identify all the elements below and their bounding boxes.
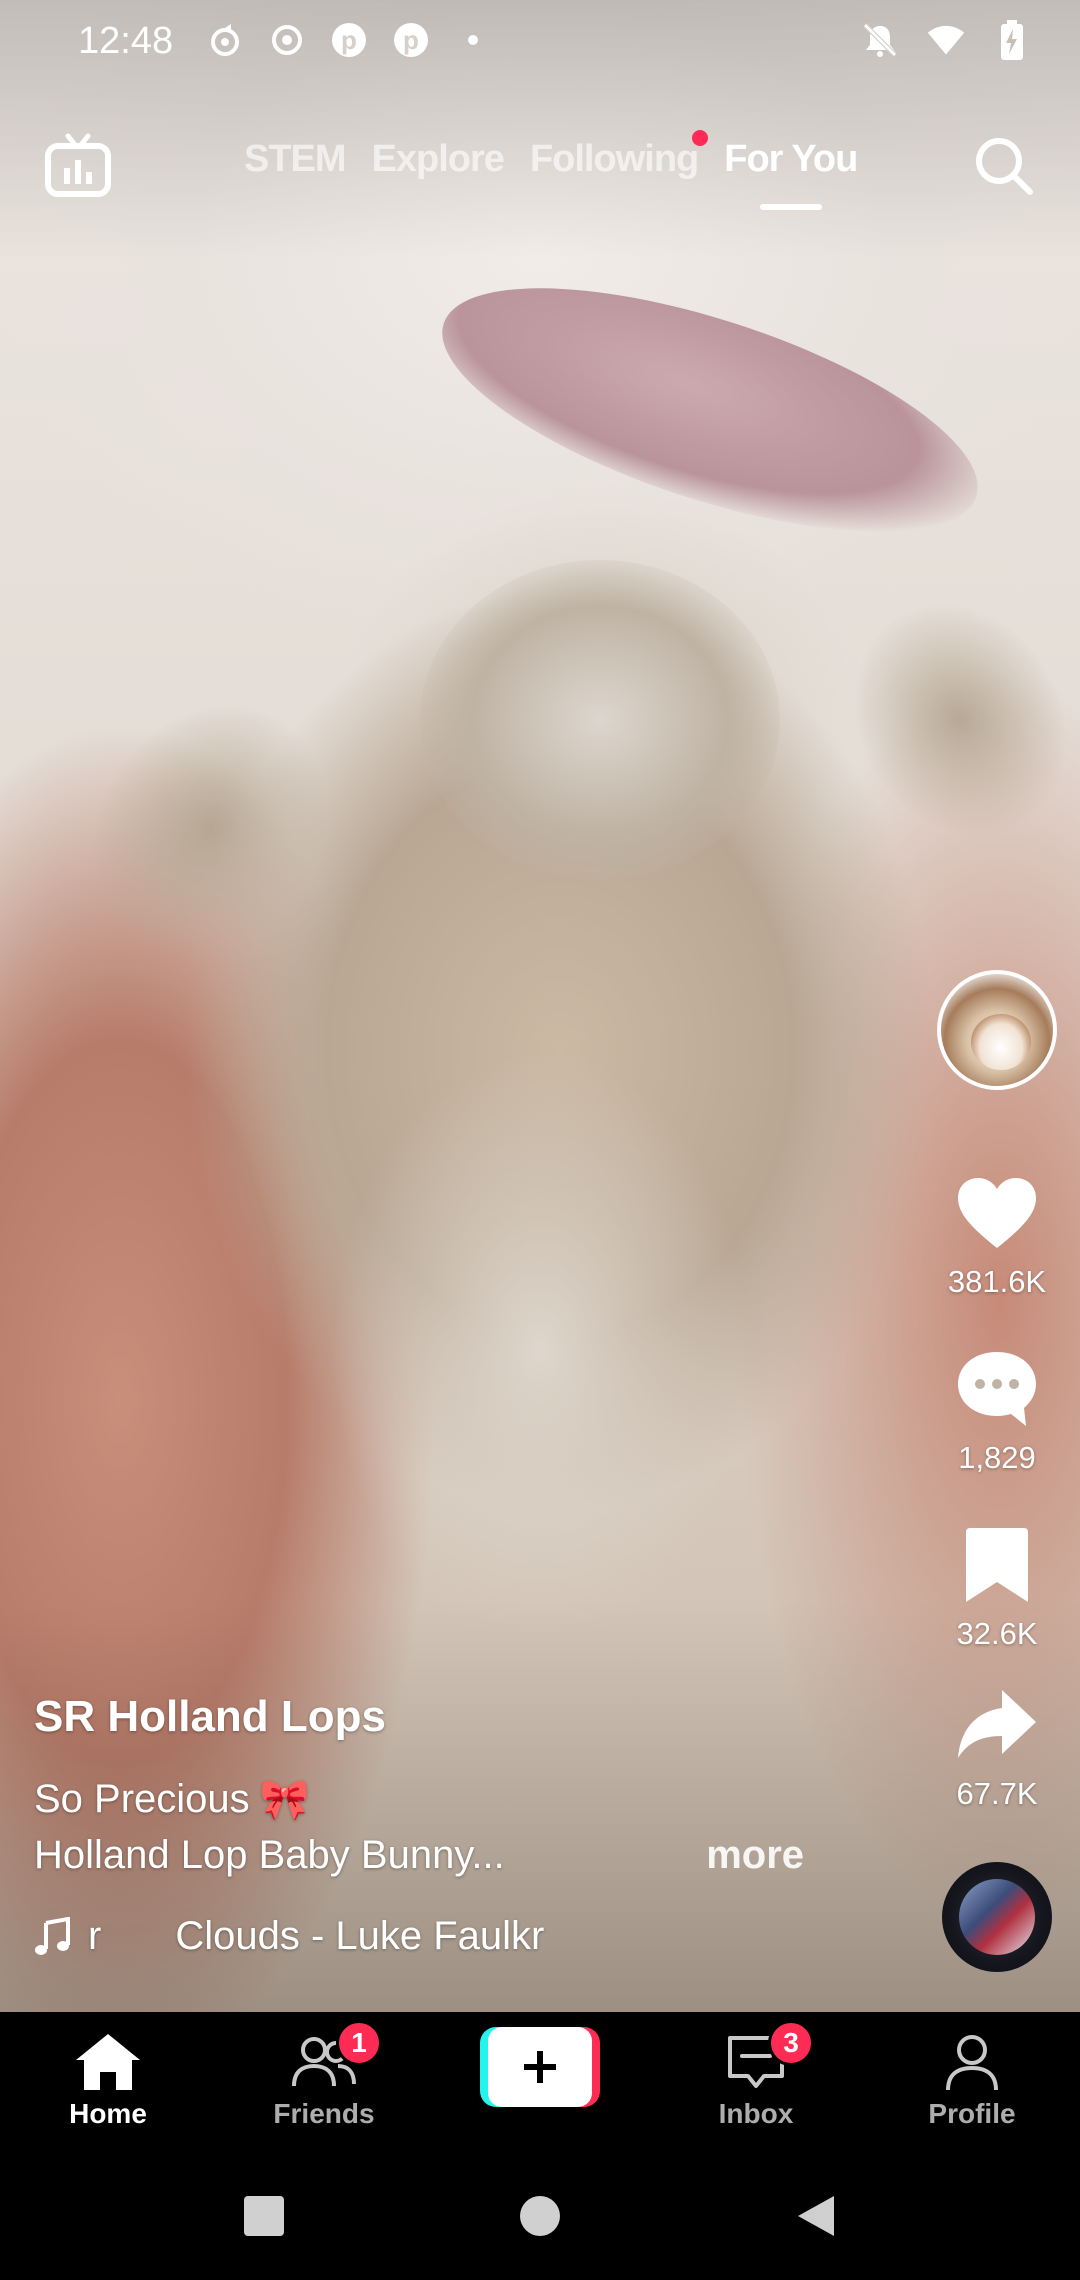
svg-text:p: p [403,25,419,55]
save-action[interactable]: 32.6K [930,1520,1064,1652]
system-nav [0,2152,1080,2280]
comment-icon [958,1352,1036,1426]
recents-button[interactable] [236,2188,292,2244]
creator-avatar[interactable] [937,970,1057,1090]
nav-friends-label: Friends [273,2098,375,2129]
caption-line-2: Holland Lop Baby Bunny... more [34,1833,804,1878]
status-icons-left: p p [205,20,493,60]
mute-icon [860,20,900,60]
like-count: 381.6K [947,1264,1047,1299]
bookmark-icon [966,1528,1028,1602]
more-link[interactable]: more [706,1833,804,1878]
wifi-icon [926,20,966,60]
nav-home[interactable]: Home [18,2030,198,2130]
tab-for-you[interactable]: For You [724,138,858,210]
friends-badge: 1 [336,2020,382,2066]
status-time: 12:48 [78,20,174,62]
nav-inbox-label: Inbox [718,2098,794,2129]
caption-text-2: Holland Lop Baby Bunny... [34,1833,505,1877]
dot-icon [453,20,493,60]
caption-line-1: So Precious 🎀 [34,1776,874,1823]
pinterest-icon: p [391,20,431,60]
music-note-icon [35,1916,70,1955]
nav-inbox[interactable]: 3 Inbox [666,2020,846,2130]
sound-name: Clouds - Luke Faulkr [175,1914,545,1958]
inbox-badge: 3 [768,2020,814,2066]
share-action[interactable]: 67.7K [930,1680,1064,1812]
battery-charging-icon [992,20,1032,60]
create-button[interactable] [480,2027,600,2107]
nav-profile[interactable]: Profile [882,2030,1062,2130]
sound-info[interactable]: r Clouds - Luke Faulkr [34,1914,874,1959]
tab-stem[interactable]: STEM [244,138,347,181]
tv-icon [45,133,111,197]
heart-icon [958,1178,1036,1248]
nav-home-label: Home [69,2098,147,2129]
status-icons-right [860,20,1032,60]
home-icon [76,2034,140,2090]
tab-following-label: Following [529,138,699,180]
video-ear-left [45,660,375,1000]
tab-for-you-label: For You [724,138,858,180]
caption-text: So Precious [34,1777,250,1821]
tab-following[interactable]: Following [529,130,709,181]
notification-dot [692,130,709,146]
plus-icon [524,2051,556,2083]
record-icon [267,20,307,60]
svg-text:p: p [341,25,357,55]
circle-icon [520,2196,560,2236]
share-count: 67.7K [956,1776,1038,1811]
creator-username[interactable]: SR Holland Lops [34,1692,874,1742]
video-bow [415,237,1005,583]
bow-emoji: 🎀 [259,1778,310,1822]
search-button[interactable] [970,132,1038,200]
live-tv-button[interactable] [42,130,114,202]
status-bar: 12:48 p p [0,0,1080,86]
video-belly [330,1050,750,1650]
pinterest-icon: p [329,20,369,60]
video-caption: SR Holland Lops So Precious 🎀 Holland Lo… [34,1692,874,1959]
video-ear-right [813,566,1080,874]
sync-icon [205,20,245,60]
video-face [420,560,780,880]
comment-action[interactable]: 1,829 [930,1344,1064,1476]
like-action[interactable]: 381.6K [930,1168,1064,1300]
share-arrow-icon [958,1690,1036,1758]
top-nav: STEM Explore Following For You [0,120,1080,230]
square-icon [244,2196,284,2236]
nav-friends[interactable]: 1 Friends [234,2020,414,2130]
avatar-bunny-image [971,1014,1031,1070]
active-tab-indicator [759,204,822,210]
nav-profile-label: Profile [928,2098,1016,2129]
tab-explore[interactable]: Explore [372,138,505,181]
save-count: 32.6K [956,1616,1038,1651]
back-button[interactable] [788,2188,844,2244]
sound-prefix: r [88,1914,102,1958]
music-cover-image [959,1879,1035,1955]
feed-tabs: STEM Explore Following For You [244,130,858,210]
comment-count: 1,829 [958,1440,1036,1475]
music-disc[interactable] [942,1862,1052,1972]
home-system-button[interactable] [512,2188,568,2244]
search-icon [976,138,1033,195]
back-triangle-icon [798,2196,834,2236]
profile-icon [946,2035,998,2091]
